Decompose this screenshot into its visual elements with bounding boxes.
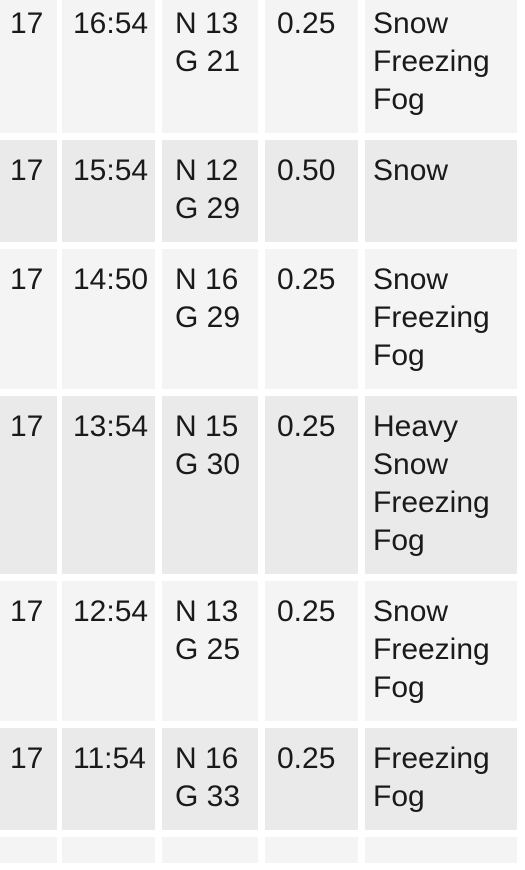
- cell-day: 17: [0, 728, 57, 830]
- cell-visibility: [265, 837, 358, 863]
- cell-visibility: 0.25: [265, 249, 358, 389]
- cell-visibility: 0.50: [265, 140, 358, 242]
- cell-wind: N 13 G 25: [162, 581, 258, 721]
- cell-day: [0, 837, 57, 863]
- cell-visibility: 0.25: [265, 0, 358, 133]
- cell-wind: N 16 G 29: [162, 249, 258, 389]
- cell-weather: Freezing Fog: [365, 728, 517, 830]
- cell-weather: Snow: [365, 140, 517, 242]
- cell-wind: N 13 G 21: [162, 0, 258, 133]
- cell-day: 17: [0, 396, 57, 574]
- cell-visibility: 0.25: [265, 581, 358, 721]
- table-row[interactable]: 17 16:54 N 13 G 21 0.25 Snow Freezing Fo…: [0, 0, 525, 133]
- table-row[interactable]: 17 12:54 N 13 G 25 0.25 Snow Freezing Fo…: [0, 581, 525, 721]
- cell-visibility: 0.25: [265, 396, 358, 574]
- cell-weather: [365, 837, 517, 863]
- cell-weather: Snow Freezing Fog: [365, 0, 517, 133]
- cell-weather: Snow Freezing Fog: [365, 581, 517, 721]
- table-row[interactable]: 17 11:54 N 16 G 33 0.25 Freezing Fog: [0, 728, 525, 830]
- cell-time: 12:54: [62, 581, 155, 721]
- cell-time: 16:54: [62, 0, 155, 133]
- cell-day: 17: [0, 249, 57, 389]
- cell-wind: N 15 G 30: [162, 396, 258, 574]
- cell-wind: N 12 G 29: [162, 140, 258, 242]
- cell-day: 17: [0, 581, 57, 721]
- cell-day: 17: [0, 0, 57, 133]
- table-row[interactable]: 17 14:50 N 16 G 29 0.25 Snow Freezing Fo…: [0, 249, 525, 389]
- cell-weather: Heavy Snow Freezing Fog: [365, 396, 517, 574]
- cell-time: 15:54: [62, 140, 155, 242]
- weather-observations-table: 17 16:54 N 13 G 21 0.25 Snow Freezing Fo…: [0, 0, 525, 863]
- observation-table-scroll-area[interactable]: 17 16:54 N 13 G 21 0.25 Snow Freezing Fo…: [0, 0, 525, 870]
- cell-visibility: 0.25: [265, 728, 358, 830]
- cell-time: 13:54: [62, 396, 155, 574]
- cell-day: 17: [0, 140, 57, 242]
- cell-time: 14:50: [62, 249, 155, 389]
- table-row[interactable]: 17 15:54 N 12 G 29 0.50 Snow: [0, 140, 525, 242]
- cell-weather: Snow Freezing Fog: [365, 249, 517, 389]
- cell-wind: N 16 G 33: [162, 728, 258, 830]
- cell-wind: [162, 837, 258, 863]
- cell-time: 11:54: [62, 728, 155, 830]
- cell-time: [62, 837, 155, 863]
- table-row[interactable]: 17 13:54 N 15 G 30 0.25 Heavy Snow Freez…: [0, 396, 525, 574]
- table-row-partial[interactable]: [0, 837, 525, 863]
